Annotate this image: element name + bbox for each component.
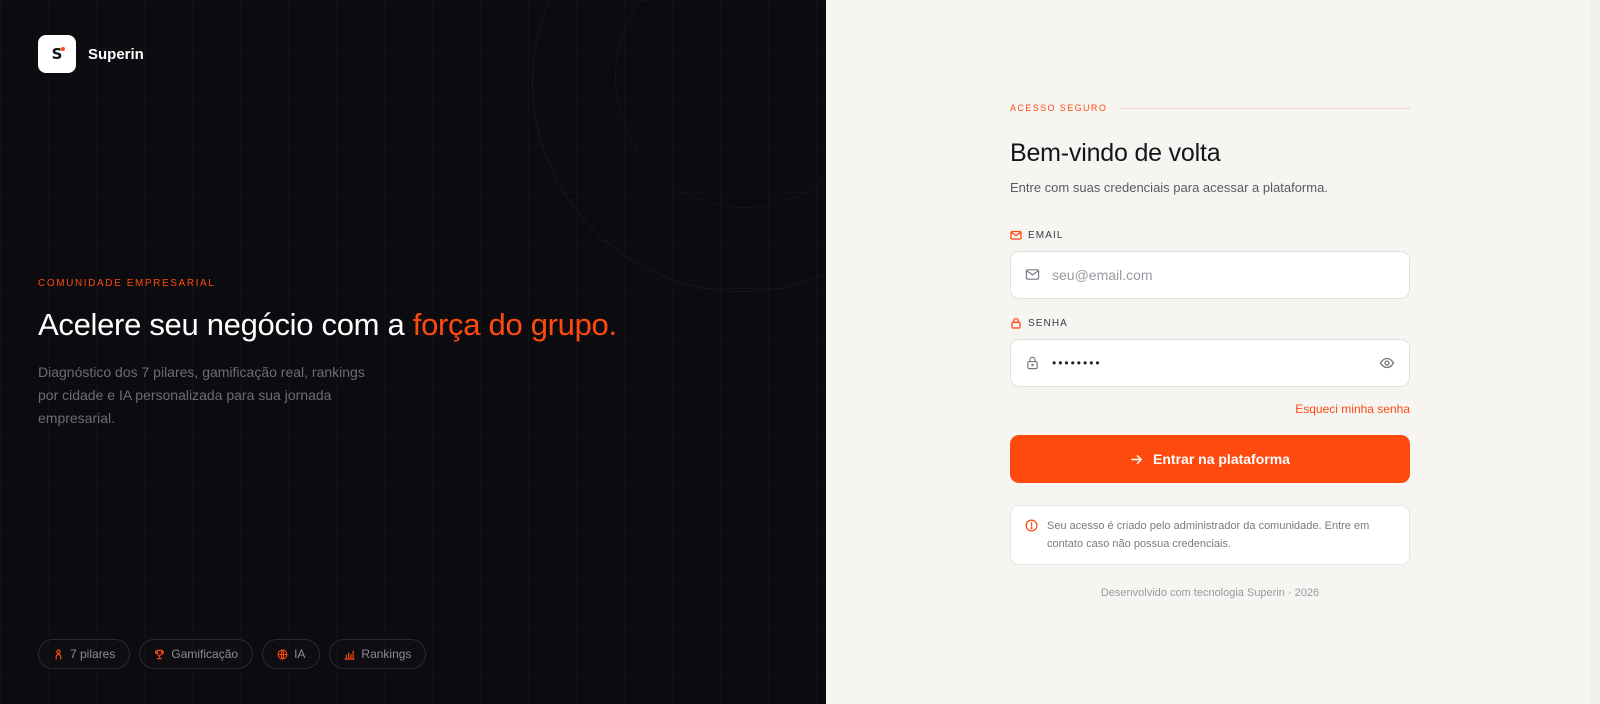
bar-chart-icon [344, 649, 356, 660]
hero-eyebrow: COMUNIDADE EMPRESARIAL [38, 278, 216, 289]
password-field[interactable] [1010, 339, 1410, 387]
mail-icon [1025, 267, 1040, 282]
hero-headline-accent: força do grupo. [412, 307, 617, 342]
forgot-password-link[interactable]: Esqueci minha senha [1295, 402, 1410, 416]
hero-headline-text: Acelere seu negócio com a [38, 307, 405, 342]
info-icon [1025, 517, 1038, 553]
forgot-row: Esqueci minha senha [1010, 400, 1410, 418]
secure-access-label: ACESSO SEGURO [1010, 103, 1108, 113]
footer-text: Desenvolvido com tecnologia Superin · 20… [1100, 587, 1320, 599]
email-label: EMAIL [1010, 229, 1410, 241]
lock-icon [1010, 317, 1022, 329]
login-button-label: Entrar na plataforma [1153, 451, 1290, 467]
login-subtitle: Entre com suas credenciais para acessar … [1010, 180, 1328, 195]
password-label: SENHA [1010, 317, 1410, 329]
email-label-text: EMAIL [1028, 229, 1064, 241]
brand-logo: S [38, 35, 76, 73]
access-notice-text: Seu acesso é criado pelo administrador d… [1047, 520, 1370, 550]
email-field[interactable] [1010, 251, 1410, 299]
figure-icon [53, 649, 64, 660]
arrow-right-icon [1130, 453, 1143, 466]
password-label-text: SENHA [1028, 317, 1068, 329]
login-button[interactable]: Entrar na plataforma [1010, 435, 1410, 483]
brand-name: Superin [88, 45, 144, 63]
chip-ia: IA [262, 639, 321, 669]
login-form: ACESSO SEGURO Bem-vindo de volta Entre c… [1010, 103, 1410, 599]
chip-label: IA [294, 647, 306, 661]
login-title: Bem-vindo de volta [1010, 139, 1221, 167]
hero-headline: Acelere seu negócio com a força do grupo… [38, 305, 638, 345]
mail-icon [1010, 229, 1022, 241]
brand-logo-dot [61, 47, 65, 51]
hero-description: Diagnóstico dos 7 pilares, gamificação r… [38, 364, 365, 426]
login-page: S Superin COMUNIDADE EMPRESARIAL Acelere… [0, 0, 1600, 704]
chip-label: Gamificação [171, 647, 239, 661]
password-input[interactable] [1011, 340, 1409, 386]
chip-label: 7 pilares [70, 647, 116, 661]
divider [1119, 107, 1410, 109]
chip-pilares: 7 pilares [38, 639, 131, 669]
lock-icon [1025, 355, 1040, 370]
hero-content: COMUNIDADE EMPRESARIAL Acelere seu negóc… [38, 278, 638, 430]
eye-icon[interactable] [1379, 355, 1395, 371]
feature-chips: 7 pilares Gamificação IA Rankings [38, 639, 427, 669]
chip-label: Rankings [361, 647, 412, 661]
trophy-icon [154, 649, 165, 660]
login-panel: ACESSO SEGURO Bem-vindo de volta Entre c… [826, 0, 1600, 704]
hero-panel: S Superin COMUNIDADE EMPRESARIAL Acelere… [0, 0, 826, 704]
globe-icon [277, 649, 288, 660]
scrollbar-track[interactable] [1590, 0, 1600, 704]
email-input[interactable] [1011, 252, 1409, 298]
access-notice: Seu acesso é criado pelo administrador d… [1010, 505, 1410, 565]
chip-gamificacao: Gamificação [139, 639, 254, 669]
secure-access-row: ACESSO SEGURO [1010, 103, 1410, 113]
chip-rankings: Rankings [329, 639, 427, 669]
brand[interactable]: S Superin [38, 35, 144, 73]
